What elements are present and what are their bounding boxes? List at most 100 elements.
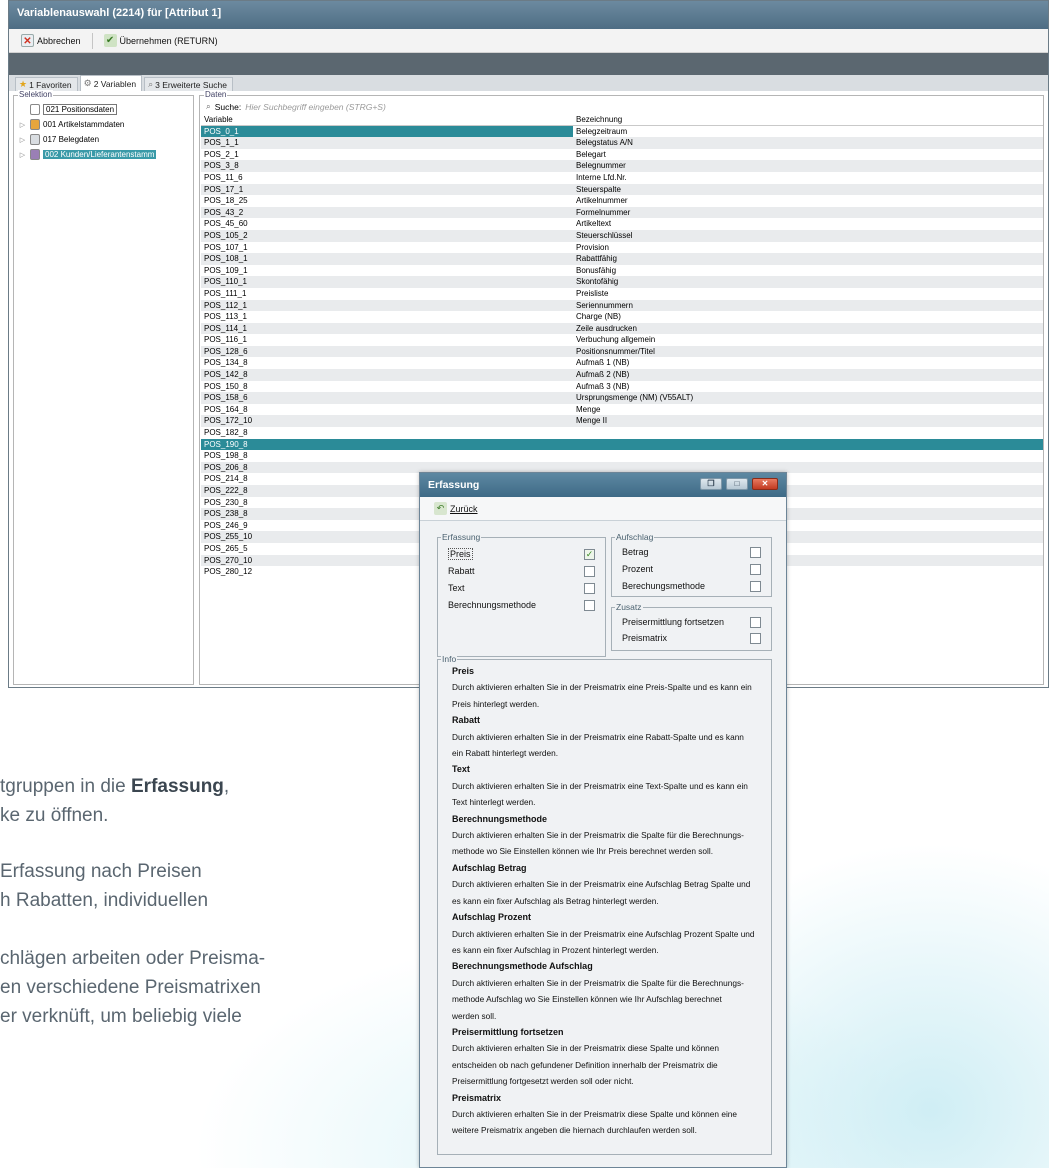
cell-bezeichnung: Verbuchung allgemein [576,335,656,345]
info-line: Preis hinterlegt werden. [452,698,540,709]
aufschlag-option[interactable]: Berechungsmethode [622,579,761,593]
table-row[interactable]: POS_128_6 Positionsnummer/Titel [201,345,1043,358]
option-label: Text [448,583,465,593]
checkbox[interactable]: ✓ [584,548,595,560]
table-row[interactable]: POS_134_8 Aufmaß 1 (NB) [201,357,1043,369]
cell-bezeichnung: Provision [576,242,609,252]
expand-arrow-icon[interactable]: ▷ [18,151,27,159]
table-row[interactable]: POS_45_60 Artikeltext [201,218,1043,230]
tree-item[interactable]: 021 Positionsdaten [18,102,156,117]
table-row[interactable]: POS_3_8 Belegnummer [201,160,1043,172]
info-line: es kann ein fixer Aufschlag in Prozent h… [452,944,659,955]
info-text: Preis Durch aktivieren erhalten Sie in de… [452,663,763,1139]
erfassung-option[interactable]: Berechnungsmethode [448,598,595,612]
info-line: Durch aktivieren erhalten Sie in der Pre… [452,780,748,791]
table-row[interactable]: POS_142_8 Aufmaß 2 (NB) [201,369,1043,381]
erfassung-option[interactable]: Preis ✓ [448,547,595,561]
info-line: Durch aktivieren erhalten Sie in der Pre… [452,731,744,742]
zusatz-group: Zusatz Preisermittlung fortsetzen Preisma… [611,602,772,651]
table-row[interactable]: POS_116_1 Verbuchung allgemein [201,334,1043,346]
aufschlag-group-label: Aufschlag [615,532,655,542]
table-row[interactable]: POS_109_1 Bonusfähig [201,265,1043,277]
table-row[interactable]: POS_105_2 Steuerschlüssel [201,229,1043,242]
table-row[interactable]: POS_113_1 Charge (NB) [201,311,1043,323]
cell-variable: POS_158_6 [204,393,248,403]
maximize-icon[interactable]: □ [726,478,748,490]
table-row[interactable]: POS_18_25 Artikelnummer [201,195,1043,207]
erfassung-option[interactable]: Text [448,581,595,595]
cell-variable: POS_11_6 [204,172,243,182]
search-label: Suche: [214,101,242,112]
table-row[interactable]: POS_198_8 [201,450,1043,462]
erfassung-group-label: Erfassung [441,532,482,542]
column-header-variable[interactable]: Variable [201,114,573,125]
table-row[interactable]: POS_0_1 Belegzeitraum [201,125,1043,138]
erfassung-option[interactable]: Rabatt [448,564,595,578]
info-line: Durch aktivieren erhalten Sie in der Pre… [452,830,744,841]
search-input[interactable]: Hier Suchbegriff eingeben (STRG+S) [245,102,386,112]
aufschlag-option[interactable]: Prozent [622,562,761,576]
tree-item[interactable]: ▷ 017 Belegdaten [18,132,156,147]
cell-bezeichnung: Formelnummer [576,207,631,217]
checkbox[interactable] [584,565,595,577]
restore-icon[interactable]: ❐ [700,478,722,490]
zusatz-option[interactable]: Preisermittlung fortsetzen [622,615,761,629]
document-icon [30,104,40,115]
checkbox[interactable] [584,582,595,594]
table-row[interactable]: POS_108_1 Rabattfähig [201,253,1043,265]
cell-variable: POS_150_8 [204,381,248,391]
table-row[interactable]: POS_43_2 Formelnummer [201,206,1043,219]
checkbox[interactable] [584,599,595,611]
apply-button[interactable]: ✔ Übernehmen (RETURN) [100,32,222,49]
cell-bezeichnung: Artikelnummer [576,196,628,206]
table-row[interactable]: POS_11_6 Interne Lfd.Nr. [201,172,1043,184]
table-row[interactable]: POS_110_1 Skontofähig [201,276,1043,288]
star-icon: ★ [19,79,28,89]
cell-bezeichnung: Belegart [576,149,606,159]
checkbox[interactable] [750,632,761,644]
tab-erweiterte-suche[interactable]: ⌕ 3 Erweiterte Suche [144,77,233,91]
table-row[interactable]: POS_158_6 Ursprungsmenge (NM) (V55ALT) [201,392,1043,404]
info-line: es kann ein fixer Aufschlag als Betrag h… [452,895,659,906]
table-row[interactable]: POS_112_1 Seriennummern [201,299,1043,312]
cancel-button[interactable]: ✕ Abbrechen [17,32,85,49]
column-header-bezeichnung[interactable]: Bezeichnung [573,114,1043,125]
cell-variable: POS_2_1 [204,149,239,159]
selection-label: Selektion [18,90,53,99]
search-bar[interactable]: ⌕ Suche: Hier Suchbegriff eingeben (STRG… [206,101,386,112]
table-row[interactable]: POS_114_1 Zeile ausdrucken [201,322,1043,335]
table-row[interactable]: POS_17_1 Steuerspalte [201,183,1043,196]
cell-variable: POS_116_1 [204,335,247,345]
expand-arrow-icon[interactable]: ▷ [18,121,27,129]
tab-variablen[interactable]: ⚙ 2 Variablen [79,75,143,91]
option-label: Berechnungsmethode [448,600,537,610]
cell-bezeichnung: Positionsnummer/Titel [576,346,655,356]
close-icon[interactable]: ✕ [752,478,778,490]
table-row[interactable]: POS_111_1 Preisliste [201,288,1043,300]
aufschlag-option[interactable]: Betrag [622,545,761,559]
checkbox[interactable] [750,580,761,592]
back-button[interactable]: ↶ Zurück [430,500,482,517]
tab-favoriten[interactable]: ★ 1 Favoriten [15,77,78,91]
checkbox[interactable] [750,616,761,628]
table-header: Variable Bezeichnung [201,114,1043,126]
cell-variable: POS_113_1 [204,312,247,322]
dialog-toolbar: ↶ Zurück [420,497,786,521]
tree-item[interactable]: ▷ 002 Kunden/Lieferantenstamm [18,147,157,162]
cell-variable: POS_1_1 [204,138,239,148]
table-row[interactable]: POS_107_1 Provision [201,242,1043,254]
checkbox[interactable] [750,563,761,575]
table-row[interactable]: POS_2_1 Belegart [201,149,1043,161]
expand-arrow-icon[interactable]: ▷ [18,136,27,144]
table-row[interactable]: POS_164_8 Menge [201,404,1043,416]
checkbox[interactable] [750,546,761,558]
table-row[interactable]: POS_190_8 [201,438,1043,451]
table-row[interactable]: POS_1_1 Belegstatus A/N [201,137,1043,149]
table-row[interactable]: POS_150_8 Aufmaß 3 (NB) [201,381,1043,393]
tree-item[interactable]: ▷ 001 Artikelstammdaten [18,117,156,132]
info-line: ein Rabatt hinterlegt werden. [452,748,559,759]
table-row[interactable]: POS_172_10 Menge II [201,415,1043,428]
cell-variable: POS_128_6 [204,346,248,356]
table-row[interactable]: POS_182_8 [201,427,1043,439]
zusatz-option[interactable]: Preismatrix [622,631,761,645]
